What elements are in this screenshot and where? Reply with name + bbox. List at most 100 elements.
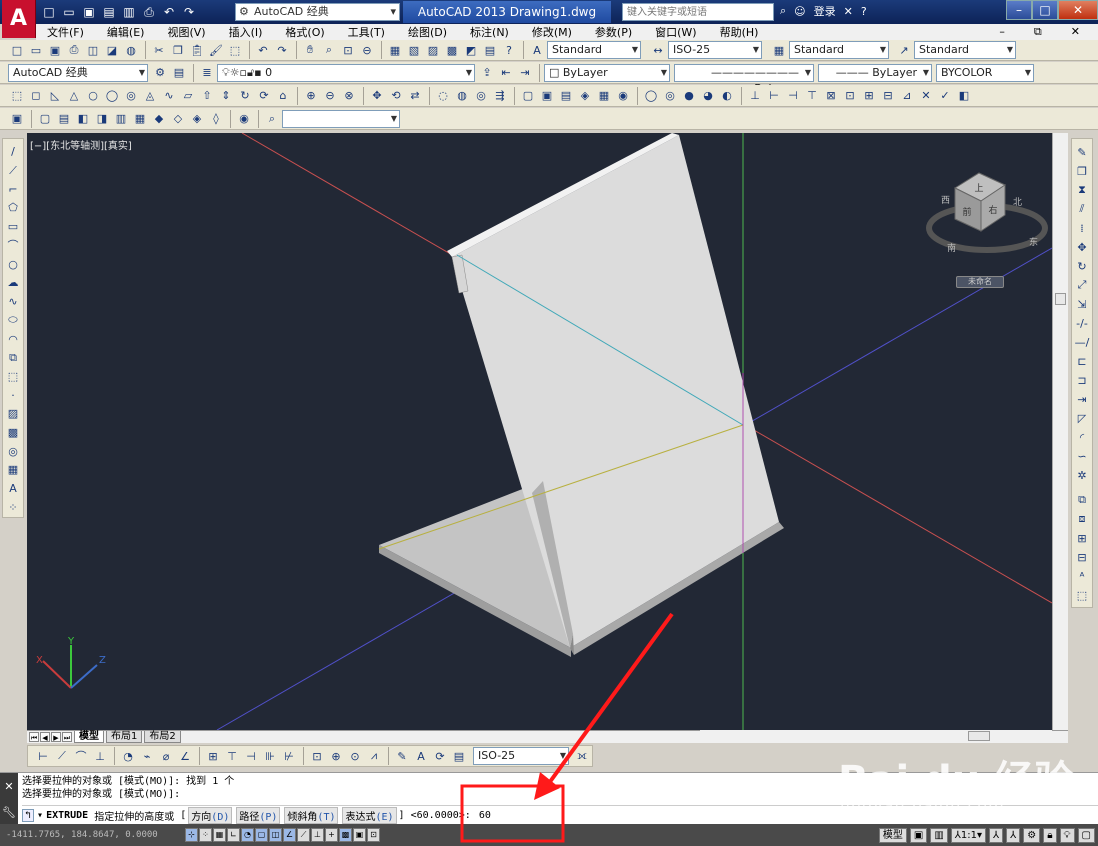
tab-layout1[interactable]: 布局1 bbox=[106, 731, 143, 743]
layer-select[interactable]: 💡︎☼▫🔓︎▪ 0 ▼ bbox=[217, 63, 475, 82]
undo-icon[interactable]: ↶ bbox=[254, 41, 272, 59]
option-expression[interactable]: 表达式(E) bbox=[342, 806, 397, 824]
menu-edit[interactable]: 编辑(E) bbox=[96, 24, 157, 40]
linear-dim-icon[interactable]: ⊢ bbox=[34, 747, 52, 765]
quick-properties-toggle[interactable]: ▣ bbox=[353, 828, 366, 842]
visual-style-2d-icon[interactable]: ◯ bbox=[642, 87, 660, 105]
recent-commands-icon[interactable]: ▾ bbox=[37, 810, 43, 821]
paste-icon[interactable]: 📋︎ bbox=[188, 41, 206, 59]
sheet-set-icon[interactable]: ▩ bbox=[443, 41, 461, 59]
view-ne-iso-icon[interactable]: ◈ bbox=[188, 110, 206, 128]
save-icon[interactable]: ▣ bbox=[46, 41, 64, 59]
otrack-toggle[interactable]: ∠ bbox=[283, 828, 296, 842]
extend-icon[interactable]: —/ bbox=[1073, 333, 1091, 351]
ucs-zaxis-icon[interactable]: ⊟ bbox=[879, 87, 897, 105]
search-input[interactable] bbox=[622, 3, 774, 21]
visual-style-hidden-icon[interactable]: ● bbox=[680, 87, 698, 105]
rotate-icon[interactable]: ↻ bbox=[1073, 257, 1091, 275]
binoculars-icon[interactable]: ⌕ bbox=[780, 4, 786, 18]
view-right-icon[interactable]: ◨ bbox=[93, 110, 111, 128]
visual-style-realistic-icon[interactable]: ◕ bbox=[699, 87, 717, 105]
ucs-view-icon[interactable]: ⊡ bbox=[841, 87, 859, 105]
draw-order-above-icon[interactable]: ⊞ bbox=[1073, 529, 1091, 547]
dim-style-extra-icon[interactable]: ⟗ bbox=[573, 747, 591, 765]
help-button[interactable]: ? bbox=[861, 5, 867, 18]
revision-cloud-icon[interactable]: ☁︎ bbox=[4, 274, 22, 292]
save-as-icon[interactable]: ▤ bbox=[100, 3, 118, 21]
view-cube[interactable]: 上 前 右 南 东 北 西 bbox=[926, 172, 1048, 254]
view-top-icon[interactable]: ▢ bbox=[36, 110, 54, 128]
radius-dim-icon[interactable]: ◔ bbox=[119, 747, 137, 765]
free-orbit-icon[interactable]: ◍ bbox=[453, 87, 471, 105]
subtract-icon[interactable]: ⊖ bbox=[321, 87, 339, 105]
make-block-icon[interactable]: ⬚ bbox=[4, 368, 22, 386]
ucs-menu-button[interactable]: 未命名 bbox=[956, 276, 1004, 288]
trim-icon[interactable]: -/- bbox=[1073, 314, 1091, 332]
option-direction[interactable]: 方向(D) bbox=[188, 806, 233, 824]
draw-order-front-icon[interactable]: ⧉ bbox=[1073, 491, 1091, 509]
ucs-world-icon[interactable]: ⊢ bbox=[765, 87, 783, 105]
ordinate-dim-icon[interactable]: ⊥ bbox=[91, 747, 109, 765]
layer-previous-icon[interactable]: ⇤ bbox=[497, 64, 515, 82]
3d-move-icon[interactable]: ✥ bbox=[368, 87, 386, 105]
loft-icon[interactable]: ⌂ bbox=[274, 87, 292, 105]
help-icon[interactable]: ? bbox=[500, 41, 518, 59]
quick-view-drawings-icon[interactable]: ▥ bbox=[930, 827, 948, 843]
dim-style-manager-icon[interactable]: ▤ bbox=[450, 747, 468, 765]
zoom-previous-icon[interactable]: ⊖ bbox=[358, 41, 376, 59]
dyn-toggle[interactable]: ⊥ bbox=[311, 828, 324, 842]
helix-icon[interactable]: ∿ bbox=[160, 87, 178, 105]
polar-toggle[interactable]: ◔ bbox=[241, 828, 254, 842]
horizontal-scrollbar[interactable] bbox=[700, 730, 1052, 743]
angular-dim-icon[interactable]: ∠ bbox=[176, 747, 194, 765]
visual-style-manager-icon[interactable]: ◐ bbox=[718, 87, 736, 105]
workspace-settings-icon[interactable]: ⚙ bbox=[151, 64, 169, 82]
color-select[interactable]: □ ByLayer ▼ bbox=[544, 63, 670, 82]
ucs-3point-icon[interactable]: ⊿ bbox=[898, 87, 916, 105]
scale-icon[interactable]: ⤢ bbox=[1073, 276, 1091, 294]
blend-icon[interactable]: ∽ bbox=[1073, 447, 1091, 465]
selection-cycling-toggle[interactable]: ⊡ bbox=[367, 828, 380, 842]
block-editor-icon[interactable]: ⬚ bbox=[226, 41, 244, 59]
zoom-realtime-icon[interactable]: ⌕ bbox=[320, 41, 338, 59]
rectangle-icon[interactable]: ▭ bbox=[4, 218, 22, 236]
center-mark-icon[interactable]: ⊕ bbox=[327, 747, 345, 765]
visual-style-wire-icon[interactable]: ◎ bbox=[661, 87, 679, 105]
arc-length-dim-icon[interactable]: ⌒ bbox=[72, 747, 90, 765]
menu-view[interactable]: 视图(V) bbox=[156, 24, 217, 40]
ucs-icon[interactable]: ⊥ bbox=[746, 87, 764, 105]
viewport-controls-label[interactable]: [−][东北等轴测][真实] bbox=[30, 137, 132, 152]
workspace-select[interactable]: ⚙ AutoCAD 经典 ▾ bbox=[235, 3, 400, 21]
dim-edit-icon[interactable]: ✎ bbox=[393, 747, 411, 765]
sweep-icon[interactable]: ↻ bbox=[236, 87, 254, 105]
match-properties-icon[interactable]: 🖌︎ bbox=[207, 41, 225, 59]
jogged-linear-icon[interactable]: ⩘ bbox=[365, 747, 383, 765]
zoom-window-icon[interactable]: ⊡ bbox=[339, 41, 357, 59]
union-icon[interactable]: ⊕ bbox=[302, 87, 320, 105]
transparency-toggle[interactable]: ▩ bbox=[339, 828, 352, 842]
explode-icon[interactable]: ✲ bbox=[1073, 466, 1091, 484]
array-icon[interactable]: ⁞ bbox=[1073, 219, 1091, 237]
mtext-icon[interactable]: A bbox=[4, 480, 22, 498]
ucs-face-icon[interactable]: ⊤ bbox=[803, 87, 821, 105]
close-icon[interactable]: ✕ bbox=[1058, 0, 1098, 20]
layer-match-icon[interactable]: ⇥ bbox=[516, 64, 534, 82]
pan-icon[interactable]: ✋︎ bbox=[301, 41, 319, 59]
dim-style-combo[interactable]: ISO-25 ▼ bbox=[473, 747, 569, 765]
tab-model[interactable]: 模型 bbox=[74, 731, 104, 743]
circle-icon[interactable]: ○ bbox=[4, 255, 22, 273]
last-tab-icon[interactable]: ⏭ bbox=[62, 732, 72, 742]
draw-order-back-icon[interactable]: ⧈ bbox=[1073, 510, 1091, 528]
menu-parametric[interactable]: 参数(P) bbox=[584, 24, 644, 40]
annotation-visibility-icon[interactable]: ⅄ bbox=[989, 827, 1004, 843]
continue-dim-icon[interactable]: ⊣ bbox=[242, 747, 260, 765]
workspace-switch-icon[interactable]: ⚙ bbox=[1023, 827, 1041, 843]
ucs-origin-icon[interactable]: ⊞ bbox=[860, 87, 878, 105]
copy-object-icon[interactable]: ❐ bbox=[1073, 162, 1091, 180]
torus-icon[interactable]: ◎ bbox=[122, 87, 140, 105]
break-icon[interactable]: ⊐ bbox=[1073, 371, 1091, 389]
next-tab-icon[interactable]: ▶ bbox=[51, 732, 61, 742]
extrude-icon[interactable]: ⇧ bbox=[198, 87, 216, 105]
hatch-icon[interactable]: ▨ bbox=[4, 405, 22, 423]
lineweight-select[interactable]: ——— ByLayer ▼ bbox=[818, 63, 932, 82]
